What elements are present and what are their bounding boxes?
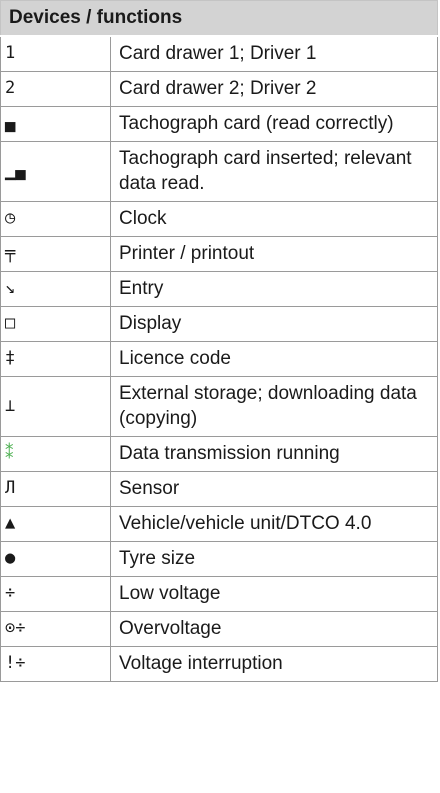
data-transmission-icon: ⁑ xyxy=(0,436,111,472)
row-label: External storage; downloading data (copy… xyxy=(109,376,439,437)
row-label: Low voltage xyxy=(109,576,439,612)
table-row: !÷ Voltage interruption xyxy=(0,646,439,682)
row-label: Tyre size xyxy=(109,541,439,577)
overvoltage-icon: ⊙÷ xyxy=(0,611,111,647)
row-label: Clock xyxy=(109,201,439,237)
vehicle-unit-icon: ▲ xyxy=(0,506,111,542)
table-header-row: Devices / functions xyxy=(0,0,439,37)
card-drawer-2-icon: 2 xyxy=(0,71,111,107)
table-row: □ Display xyxy=(0,306,439,342)
row-label: Licence code xyxy=(109,341,439,377)
table-row: ⁑ Data transmission running xyxy=(0,436,439,472)
table-row: ▁▄ Tachograph card inserted; rel­evant d… xyxy=(0,141,439,202)
table-row: ⊥ External storage; downloading data (co… xyxy=(0,376,439,437)
card-drawer-1-icon: 1 xyxy=(0,35,111,72)
sensor-icon: Л xyxy=(0,471,111,507)
table-row: ⊙÷ Overvoltage xyxy=(0,611,439,647)
row-label: Card drawer 2; Driver 2 xyxy=(109,71,439,107)
tyre-size-icon: ● xyxy=(0,541,111,577)
table-row: ↘ Entry xyxy=(0,271,439,307)
table-row: ▲ Vehicle/vehicle unit/DTCO 4.0 xyxy=(0,506,439,542)
display-icon: □ xyxy=(0,306,111,342)
table-row: ● Tyre size xyxy=(0,541,439,577)
clock-icon: ◷ xyxy=(0,201,111,237)
table-row: Л Sensor xyxy=(0,471,439,507)
external-storage-icon: ⊥ xyxy=(0,376,111,437)
row-label: Overvoltage xyxy=(109,611,439,647)
table-row: ▄ Tachograph card (read cor­rectly) xyxy=(0,106,439,142)
row-label: Printer / printout xyxy=(109,236,439,272)
row-label: Sensor xyxy=(109,471,439,507)
table-header: Devices / functions xyxy=(0,0,439,37)
table-row: 2 Card drawer 2; Driver 2 xyxy=(0,71,439,107)
licence-code-icon: ‡ xyxy=(0,341,111,377)
table-row: ‡ Licence code xyxy=(0,341,439,377)
table-row: ╤ Printer / printout xyxy=(0,236,439,272)
row-label: Data transmission running xyxy=(109,436,439,472)
row-label: Vehicle/vehicle unit/DTCO 4.0 xyxy=(109,506,439,542)
entry-icon: ↘ xyxy=(0,271,111,307)
row-label: Voltage interruption xyxy=(109,646,439,682)
low-voltage-icon: ÷ xyxy=(0,576,111,612)
table-row: ÷ Low voltage xyxy=(0,576,439,612)
table-row: 1 Card drawer 1; Driver 1 xyxy=(0,35,439,72)
row-label: Tachograph card (read cor­rectly) xyxy=(109,106,439,142)
printer-icon: ╤ xyxy=(0,236,111,272)
devices-functions-table: Devices / functions 1 Card drawer 1; Dri… xyxy=(0,0,439,682)
row-label: Card drawer 1; Driver 1 xyxy=(109,35,439,72)
row-label: Display xyxy=(109,306,439,342)
card-inserted-icon: ▁▄ xyxy=(0,141,111,202)
row-label: Entry xyxy=(109,271,439,307)
table-row: ◷ Clock xyxy=(0,201,439,237)
tachograph-card-icon: ▄ xyxy=(0,106,111,142)
row-label: Tachograph card inserted; rel­evant data… xyxy=(109,141,439,202)
voltage-interruption-icon: !÷ xyxy=(0,646,111,682)
